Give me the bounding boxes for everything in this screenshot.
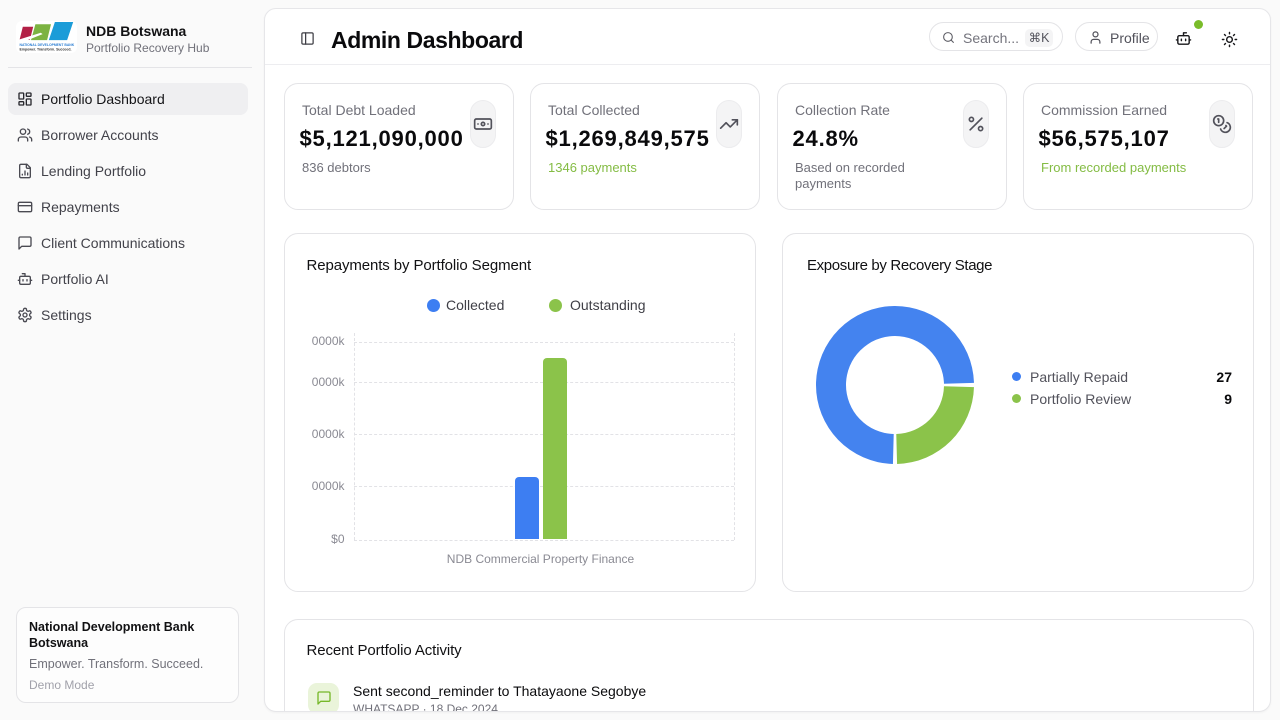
svg-text:Empower. Transform. Succeed.: Empower. Transform. Succeed. [20,48,72,52]
svg-text:NATIONAL DEVELOPMENT BANK: NATIONAL DEVELOPMENT BANK [20,43,75,47]
